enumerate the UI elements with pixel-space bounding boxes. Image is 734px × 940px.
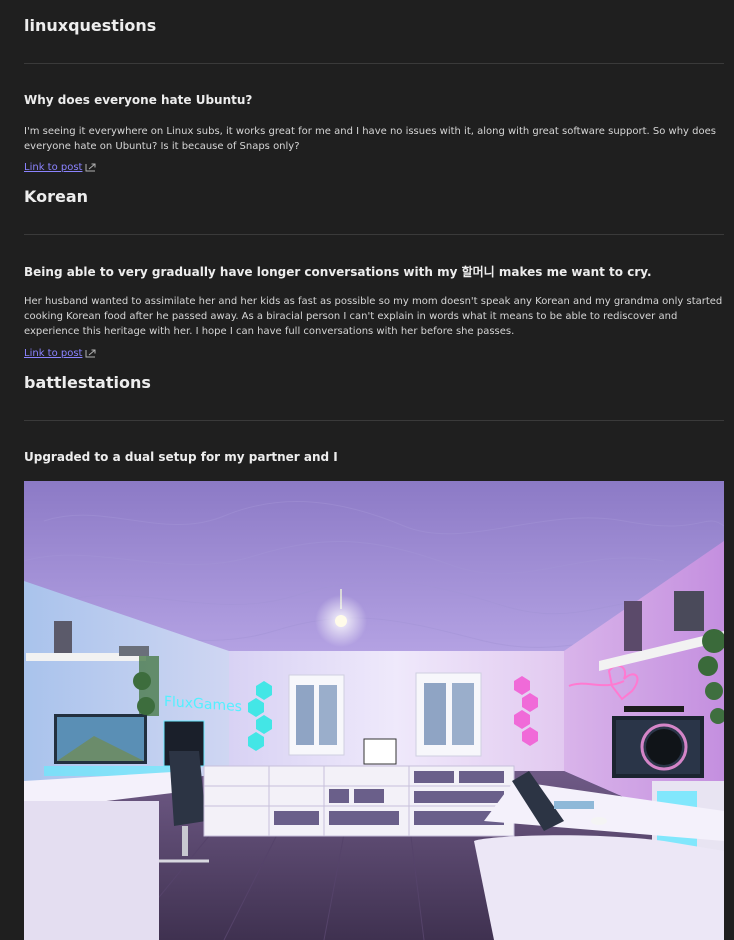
divider bbox=[24, 63, 724, 64]
subreddit-name[interactable]: Korean bbox=[24, 187, 88, 206]
post-link-row: Link to post bbox=[24, 341, 97, 360]
post-body: Her husband wanted to assimilate her and… bbox=[24, 296, 723, 337]
external-link-icon bbox=[85, 349, 96, 358]
external-link-icon bbox=[85, 163, 96, 172]
post-image[interactable]: FluxGames bbox=[24, 481, 724, 940]
divider bbox=[24, 234, 724, 235]
post-body: I'm seeing it everywhere on Linux subs, … bbox=[24, 126, 716, 152]
post-title[interactable]: Why does everyone hate Ubuntu? bbox=[24, 93, 252, 107]
post-title[interactable]: Upgraded to a dual setup for my partner … bbox=[24, 450, 338, 464]
post-link-row: Link to post bbox=[24, 155, 97, 174]
link-to-post[interactable]: Link to post bbox=[24, 348, 82, 360]
link-to-post[interactable]: Link to post bbox=[24, 162, 82, 174]
divider bbox=[24, 420, 724, 421]
post-title[interactable]: Being able to very gradually have longer… bbox=[24, 263, 652, 280]
subreddit-name[interactable]: linuxquestions bbox=[24, 16, 156, 35]
subreddit-name[interactable]: battlestations bbox=[24, 373, 151, 392]
battlestation-photo: FluxGames bbox=[24, 481, 724, 940]
